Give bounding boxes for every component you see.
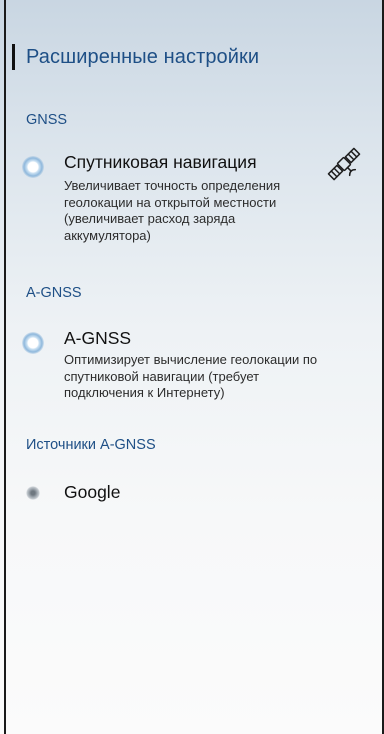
- setting-agnss[interactable]: A-GNSS Оптимизирует вычисление геолокаци…: [22, 328, 376, 408]
- screen-edge-left: [4, 0, 6, 734]
- title-accent-bar: [12, 44, 15, 70]
- google-source-radio[interactable]: [26, 486, 40, 500]
- page-title: Расширенные настройки: [26, 46, 260, 68]
- section-header-gnss: GNSS: [26, 112, 68, 128]
- setting-source-google[interactable]: Google: [22, 482, 376, 508]
- setting-description: Оптимизирует вычисление геолокации по сп…: [64, 352, 318, 400]
- satellite-navigation-toggle[interactable]: [22, 156, 44, 178]
- section-header-agnss: A-GNSS: [26, 285, 82, 301]
- satellite-icon: [327, 147, 361, 181]
- setting-satellite-navigation[interactable]: Спутниковая навигация Увеличивает точнос…: [22, 147, 376, 262]
- setting-description: Увеличивает точность определения геолока…: [64, 178, 281, 243]
- agnss-toggle[interactable]: [22, 332, 44, 354]
- setting-title: Спутниковая навигация: [64, 152, 257, 172]
- setting-title: A-GNSS: [64, 328, 132, 348]
- setting-title: Google: [64, 482, 121, 502]
- section-header-agnss-sources: Источники A-GNSS: [26, 437, 156, 453]
